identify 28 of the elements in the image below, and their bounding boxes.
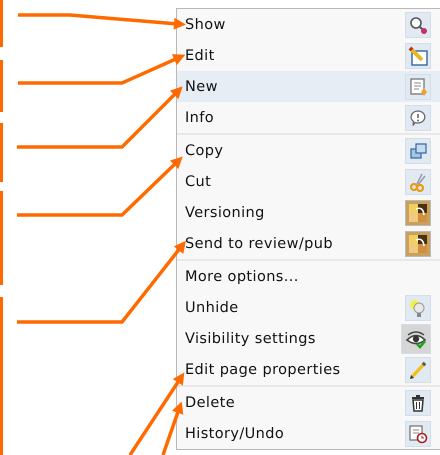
menu-item[interactable]: Edit: [177, 40, 440, 71]
menu-item[interactable]: More options...: [177, 261, 440, 292]
grid-arrow-icon: [408, 234, 428, 254]
menu-item[interactable]: Delete: [177, 387, 440, 418]
pencil-document-icon: [408, 46, 428, 66]
marker-bar: [0, 60, 3, 112]
menu-item[interactable]: New: [177, 71, 440, 102]
menu-item[interactable]: Edit page properties: [177, 354, 440, 385]
pencil-icon: [408, 360, 428, 380]
menu-item[interactable]: Unhide: [177, 292, 440, 323]
copy-icon: [408, 140, 428, 160]
menu-item[interactable]: Copy: [177, 135, 440, 166]
marker-bar: [0, 123, 3, 182]
scissors-icon: [408, 172, 428, 192]
speech-bubble-icon: [408, 108, 428, 128]
menu-item[interactable]: Info: [177, 102, 440, 133]
magnifier-icon: [408, 14, 428, 34]
menu-item[interactable]: Send to review/pub: [177, 228, 440, 259]
grid-arrow-icon: [408, 202, 428, 222]
eye-check-icon: [406, 328, 426, 348]
marker-bar: [0, 0, 3, 47]
menu-item[interactable]: History/Undo: [177, 418, 440, 449]
menu-item[interactable]: Versioning: [177, 197, 440, 228]
menu-item[interactable]: Visibility settings: [177, 323, 440, 354]
menu-item[interactable]: Cut: [177, 166, 440, 197]
document-icon: [408, 76, 428, 96]
menu-item[interactable]: Show: [177, 9, 440, 40]
document-clock-icon: [408, 424, 428, 444]
